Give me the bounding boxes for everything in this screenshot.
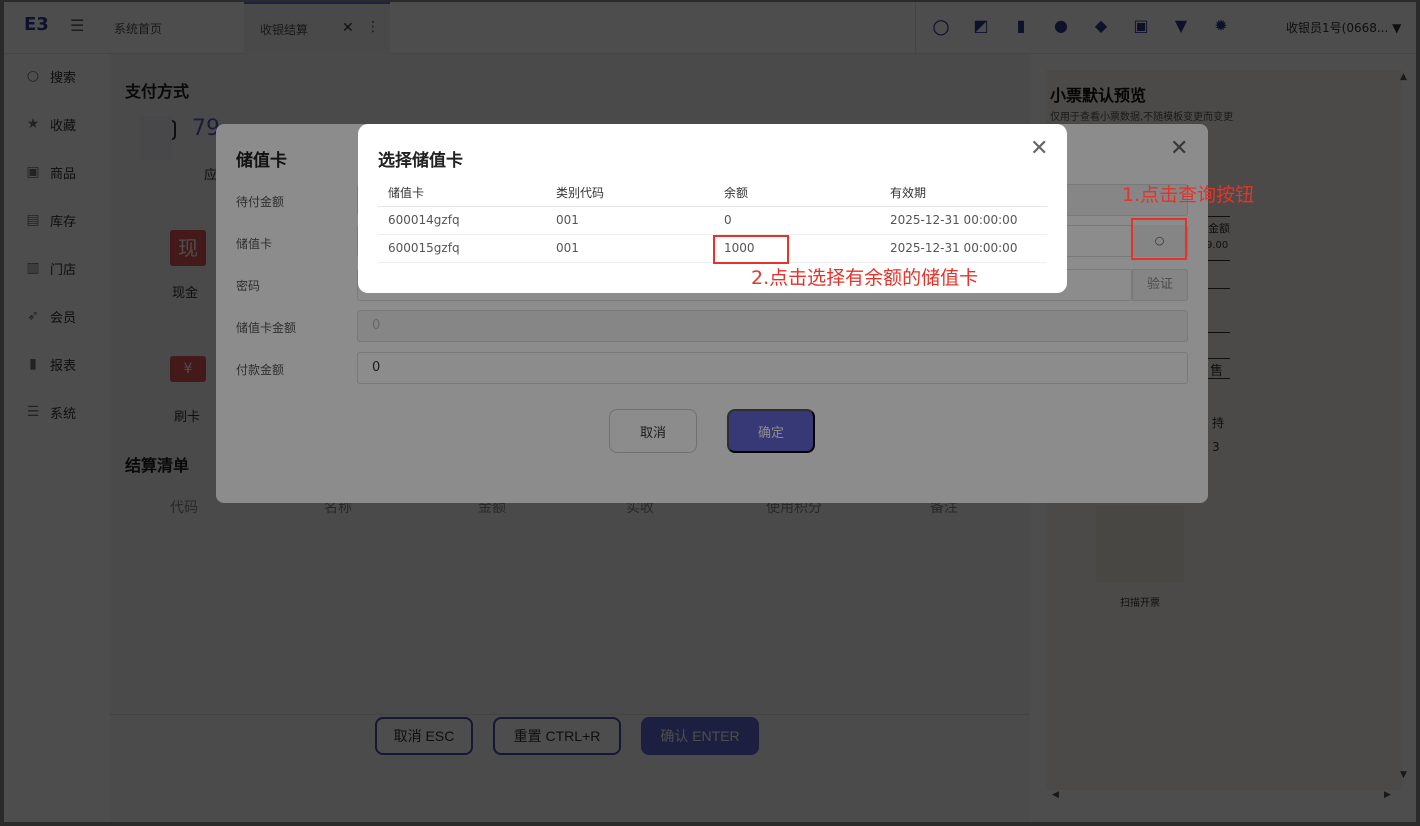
category-cell: 001 <box>546 234 714 263</box>
annotation-search-highlight <box>1131 218 1187 260</box>
card-cell: 600014gzfq <box>378 206 546 235</box>
table-row[interactable]: 600014gzfq 001 0 2025-12-31 00:00:00 <box>378 206 1047 235</box>
annotation-balance-highlight <box>713 235 789 264</box>
expiry-cell: 2025-12-31 00:00:00 <box>880 206 1047 235</box>
card-cell: 600015gzfq <box>378 234 546 263</box>
table-header-row: 储值卡 类别代码 余额 有效期 <box>378 180 1047 207</box>
balance-cell: 0 <box>714 206 880 235</box>
col-card: 储值卡 <box>378 180 546 207</box>
col-expiry: 有效期 <box>880 180 1047 207</box>
col-category: 类别代码 <box>546 180 714 207</box>
col-balance: 余额 <box>714 180 880 207</box>
annotation-step1: 1.点击查询按钮 <box>1122 184 1255 206</box>
annotation-step2: 2.点击选择有余额的储值卡 <box>751 267 979 289</box>
category-cell: 001 <box>546 206 714 235</box>
dialog-title: 选择储值卡 <box>378 151 463 171</box>
close-icon[interactable]: ✕ <box>1030 136 1048 161</box>
expiry-cell: 2025-12-31 00:00:00 <box>880 234 1047 263</box>
